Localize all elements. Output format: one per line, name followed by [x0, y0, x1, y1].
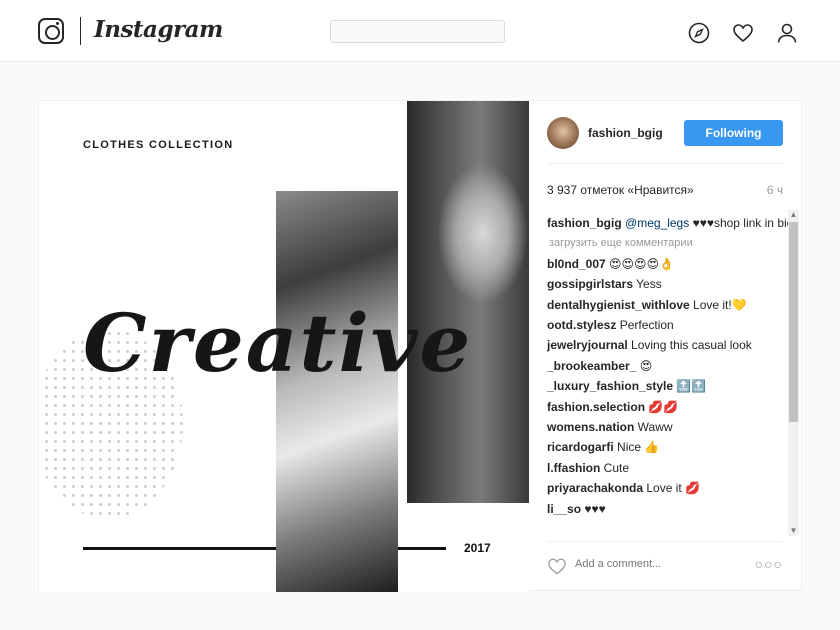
- post-time[interactable]: 6 ч: [767, 183, 783, 197]
- comment-item: ootd.stylesz Perfection: [547, 315, 789, 335]
- comment-item: jewelryjournal Loving this casual look: [547, 335, 789, 355]
- comment-text: ♥♥♥: [581, 501, 606, 516]
- comment-item: dentalhygienist_withlove Love it!💛: [547, 295, 789, 315]
- caption-mention[interactable]: @meg_legs: [625, 216, 689, 230]
- collection-title: CLOTHES COLLECTION: [83, 139, 234, 151]
- instagram-wordmark[interactable]: Instagram: [94, 16, 223, 43]
- comment-item: li__so ♥♥♥: [547, 499, 789, 519]
- comment-text: Waww: [634, 420, 673, 435]
- comment-username[interactable]: fashion.selection: [547, 400, 645, 414]
- divider-line-right: [398, 547, 446, 550]
- following-button[interactable]: Following: [684, 120, 783, 146]
- comment-text: 💋💋: [645, 399, 679, 414]
- instagram-camera-icon[interactable]: [38, 18, 64, 44]
- comment-item: womens.nation Waww: [547, 417, 789, 437]
- comment-text: Loving this casual look: [627, 338, 752, 353]
- add-comment-row: ○○○: [547, 541, 783, 583]
- comment-text: Yess: [633, 277, 662, 292]
- year-label: 2017: [464, 541, 491, 555]
- comment-username[interactable]: bl0nd_007: [547, 257, 606, 271]
- profile-icon[interactable]: [776, 22, 798, 44]
- add-comment-input[interactable]: [575, 558, 745, 570]
- comment-username[interactable]: jewelryjournal: [547, 338, 628, 352]
- comment-item: gossipgirlstars Yess: [547, 274, 789, 294]
- post-header: fashion_bgig Following: [547, 116, 783, 164]
- search-input[interactable]: [330, 20, 505, 43]
- comment-username[interactable]: priyarachakonda: [547, 481, 643, 495]
- comment-item: ricardogarfi Nice 👍: [547, 437, 789, 457]
- caption-username[interactable]: fashion_bgig: [547, 216, 622, 230]
- post-sidebar: fashion_bgig Following 3 937 отметок «Нр…: [529, 101, 803, 592]
- comments-list[interactable]: fashion_bgig @meg_legs ♥♥♥shop link in b…: [547, 213, 789, 533]
- comments-scrollbar[interactable]: ▲ ▼: [788, 210, 799, 536]
- comment-item: _luxury_fashion_style 🔝🔝: [547, 376, 789, 396]
- scrollbar-thumb[interactable]: [789, 222, 798, 422]
- like-heart-icon[interactable]: [547, 557, 567, 575]
- divider-line-left: [83, 547, 276, 550]
- comment-username[interactable]: gossipgirlstars: [547, 277, 633, 291]
- caption-text: ♥♥♥shop link in bio: [689, 216, 789, 230]
- comment-text: Love it 💋: [643, 481, 701, 496]
- comment-text: 😍😍😍😍👌: [605, 256, 675, 271]
- comment-text: Cute: [600, 460, 630, 475]
- comment-username[interactable]: ricardogarfi: [547, 440, 614, 454]
- comment-item: fashion.selection 💋💋: [547, 397, 789, 417]
- comment-text: Nice 👍: [613, 440, 660, 455]
- load-more-comments[interactable]: загрузить еще комментарии: [547, 233, 789, 253]
- comment-text: 🔝🔝: [673, 379, 707, 394]
- logo-divider: [80, 17, 81, 45]
- author-avatar[interactable]: [547, 117, 579, 149]
- comment-username[interactable]: li__so: [547, 502, 581, 516]
- author-username[interactable]: fashion_bgig: [588, 126, 663, 140]
- post-card: CLOTHES COLLECTION Creative 2017 fashion…: [38, 100, 803, 592]
- scroll-down-arrow-icon[interactable]: ▼: [789, 526, 798, 536]
- comment-item: priyarachakonda Love it 💋: [547, 478, 789, 498]
- creative-headline: Creative: [83, 296, 473, 390]
- post-image[interactable]: CLOTHES COLLECTION Creative 2017: [39, 101, 529, 592]
- comment-username[interactable]: ootd.stylesz: [547, 318, 616, 332]
- comment-username[interactable]: _brookeamber_: [547, 359, 636, 373]
- comment-username[interactable]: dentalhygienist_withlove: [547, 298, 690, 312]
- scroll-up-arrow-icon[interactable]: ▲: [789, 210, 798, 220]
- comment-username[interactable]: _luxury_fashion_style: [547, 379, 673, 393]
- model-photo-left: [276, 191, 398, 592]
- explore-compass-icon[interactable]: [688, 22, 710, 44]
- comment-item: l.ffashion Cute: [547, 458, 789, 478]
- caption: fashion_bgig @meg_legs ♥♥♥shop link in b…: [547, 213, 789, 233]
- activity-heart-icon[interactable]: [732, 22, 754, 44]
- comment-item: _brookeamber_ 😍: [547, 356, 789, 376]
- likes-count[interactable]: 3 937 отметок «Нравится»: [547, 183, 694, 197]
- comment-text: Perfection: [616, 318, 674, 333]
- more-options-icon[interactable]: ○○○: [755, 556, 783, 572]
- top-navigation: Instagram: [0, 0, 840, 62]
- comment-username[interactable]: l.ffashion: [547, 461, 600, 475]
- likes-row: 3 937 отметок «Нравится» 6 ч: [547, 183, 783, 197]
- comment-item: bl0nd_007 😍😍😍😍👌: [547, 254, 789, 274]
- comment-text: Love it!💛: [689, 297, 747, 312]
- comment-username[interactable]: womens.nation: [547, 420, 634, 434]
- comment-text: 😍: [636, 358, 653, 373]
